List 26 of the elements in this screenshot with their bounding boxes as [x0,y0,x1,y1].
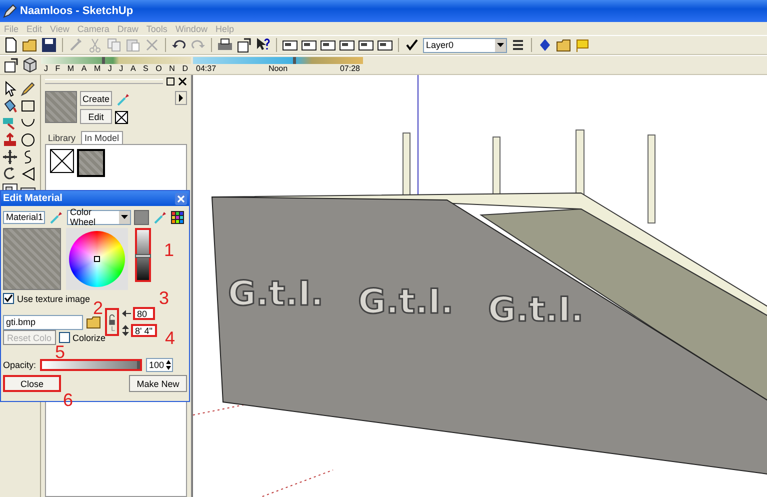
annotation-number: 4 [165,329,176,347]
annotation-number: 2 [93,299,104,317]
month-label: J [44,64,48,73]
month-label: A [130,64,136,73]
texture-text: G.t.I. [358,282,454,322]
time-label: Noon [268,64,288,73]
opacity-label: Opacity: [3,360,36,370]
month-label: N [169,64,175,73]
annotation-number: 3 [159,289,170,307]
texture-text: G.t.I. [488,290,584,330]
window-title: Naamloos - SketchUp [20,5,134,17]
month-label: M [67,64,74,73]
month-label: F [55,64,60,73]
month-label: J [119,64,124,73]
texture-text: G.t.I. [228,274,324,314]
time-label: 04:37 [196,64,216,73]
month-label: M [94,64,101,73]
month-label: A [81,64,87,73]
month-label: J [108,64,112,73]
month-label: O [156,64,162,73]
month-label: S [143,64,148,73]
month-label: D [182,64,188,73]
dialog-title: Edit Material [3,193,62,204]
annotation-number: 1 [164,241,174,259]
time-label: 07:28 [340,64,360,73]
annotation-number: 5 [55,343,66,361]
